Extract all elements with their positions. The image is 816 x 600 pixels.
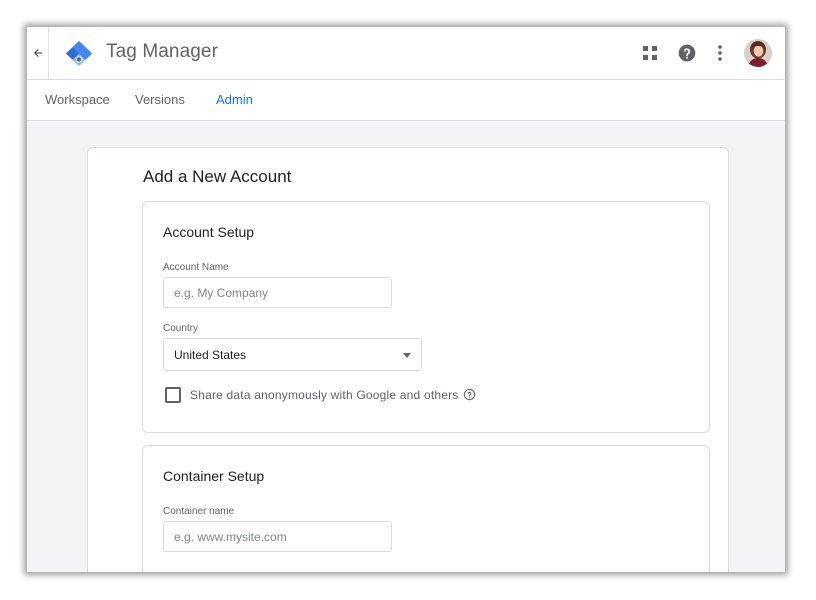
country-select-value: United States xyxy=(174,348,247,362)
apps-grid-icon xyxy=(643,46,657,60)
avatar-photo-icon xyxy=(744,39,772,67)
container-name-label: Container name xyxy=(163,506,235,517)
help-circle-icon xyxy=(678,44,696,62)
share-data-row: Share data anonymously with Google and o… xyxy=(165,386,495,404)
share-data-label: Share data anonymously with Google and o… xyxy=(190,388,459,402)
account-name-label: Account Name xyxy=(163,262,229,273)
account-setup-title: Account Setup xyxy=(163,224,255,240)
tag-manager-logo-icon xyxy=(66,41,92,66)
dropdown-arrow-icon xyxy=(403,353,411,358)
container-setup-section: Container Setup Container name xyxy=(142,445,710,572)
more-options-button[interactable] xyxy=(707,40,733,66)
content-area: Add a New Account Account Setup Account … xyxy=(27,121,785,572)
page-title: Add a New Account xyxy=(143,167,292,186)
account-setup-section: Account Setup Account Name Country Unite… xyxy=(142,201,710,433)
tab-workspace[interactable]: Workspace xyxy=(45,92,110,107)
account-name-input[interactable] xyxy=(163,277,392,308)
container-setup-title: Container Setup xyxy=(163,468,265,484)
country-select[interactable]: United States xyxy=(163,338,422,371)
arrow-left-icon xyxy=(33,49,42,57)
container-name-input[interactable] xyxy=(163,521,392,552)
top-app-bar: Tag Manager xyxy=(27,27,785,80)
tab-versions[interactable]: Versions xyxy=(135,92,185,107)
help-outline-icon[interactable] xyxy=(463,388,476,401)
app-title: Tag Manager xyxy=(106,41,219,62)
app-window: Tag Manager Workspace Versions Admin Add… xyxy=(27,27,785,572)
share-data-checkbox[interactable] xyxy=(165,387,181,403)
back-button[interactable] xyxy=(27,27,49,79)
user-avatar[interactable] xyxy=(744,39,772,67)
tab-admin[interactable]: Admin xyxy=(216,92,253,107)
nav-tabs: Workspace Versions Admin xyxy=(27,80,785,121)
help-button[interactable] xyxy=(674,40,700,66)
add-account-card: Add a New Account Account Setup Account … xyxy=(87,147,729,572)
more-vert-icon xyxy=(718,45,722,61)
country-label: Country xyxy=(163,323,199,334)
apps-button[interactable] xyxy=(637,40,663,66)
